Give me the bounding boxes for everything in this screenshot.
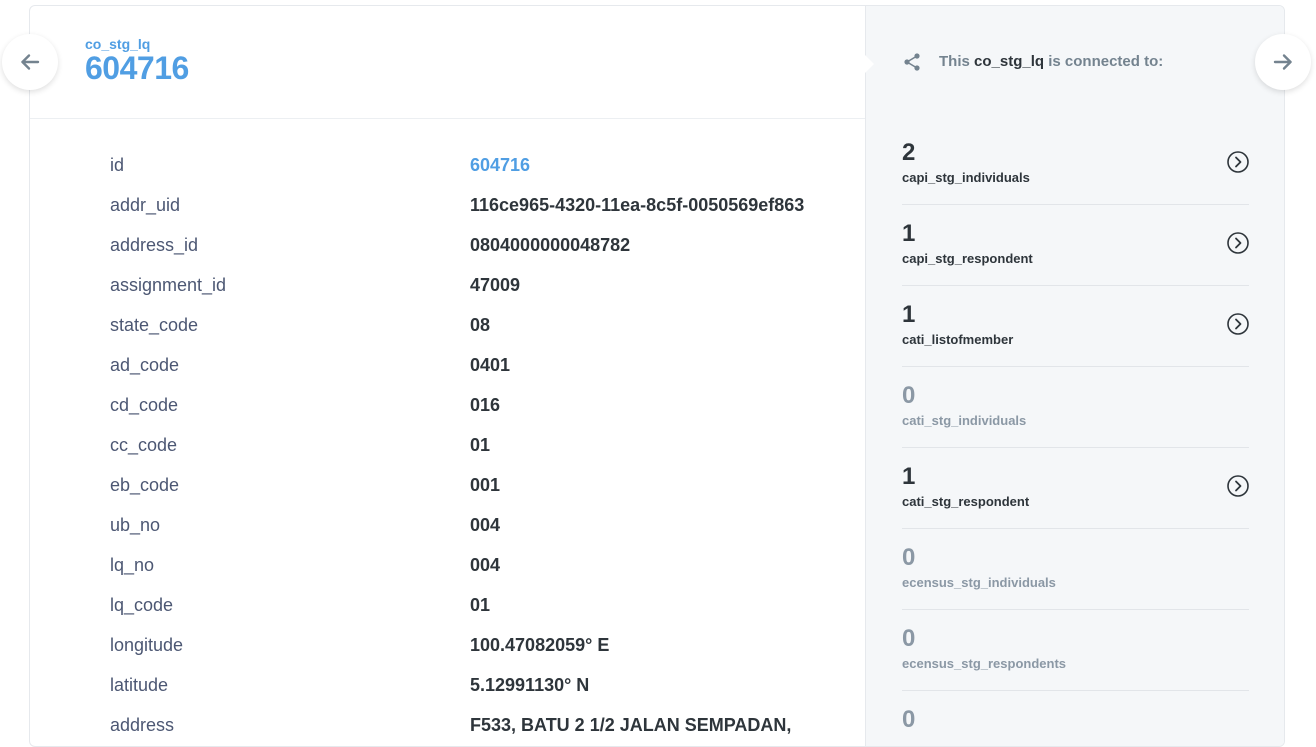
relationship-count: 0 <box>902 625 916 652</box>
object-header: co_stg_lq 604716 <box>30 6 865 119</box>
field-row: id 604716 <box>110 151 870 191</box>
field-label: lq_code <box>110 595 174 615</box>
field-row: addr_uid 116ce965-4320-11ea-8c5f-0050569… <box>110 191 870 231</box>
field-label: eb_code <box>110 475 180 495</box>
relationship-item: 0 cati_stg_individuals <box>902 367 1249 448</box>
relationships-title: This co_stg_lq is connected to: <box>939 53 1163 70</box>
relationship-name: capi_stg_individuals <box>902 170 1030 185</box>
previous-record-button[interactable] <box>2 34 58 90</box>
relationship-name: ecensus_stg_individuals <box>902 575 1056 590</box>
relationship-item[interactable]: 2 capi_stg_individuals <box>902 124 1249 205</box>
relationship-name: cati_stg_individuals <box>902 413 1027 428</box>
field-value: 0804000000048782 <box>470 235 631 255</box>
relationship-name: cati_stg_respondent <box>902 494 1030 509</box>
field-label: lq_no <box>110 555 155 575</box>
field-row: latitude 5.12991130° N <box>110 671 870 711</box>
field-value: 5.12991130° N <box>470 675 590 695</box>
object-detail-card: co_stg_lq 604716 id 604716 addr_uid 116c… <box>29 5 1285 747</box>
chevron-circle-right-icon[interactable] <box>1227 475 1249 497</box>
relationships-title-suffix: is connected to: <box>1048 53 1164 70</box>
field-value: 116ce965-4320-11ea-8c5f-0050569ef863 <box>470 195 805 215</box>
field-row: cc_code 01 <box>110 431 870 471</box>
next-record-button[interactable] <box>1255 34 1311 90</box>
chevron-circle-right-icon[interactable] <box>1227 232 1249 254</box>
relationship-item[interactable]: 1 cati_stg_respondent <box>902 448 1249 529</box>
relationship-count: 0 <box>902 544 916 571</box>
field-value: 01 <box>470 595 491 615</box>
field-value: 016 <box>470 395 501 415</box>
connections-icon <box>904 53 920 71</box>
relationship-name: ecensus_stg_respondents <box>902 656 1067 671</box>
field-row: ub_no 004 <box>110 511 870 551</box>
field-value: 47009 <box>470 275 521 295</box>
relationship-item[interactable]: 1 cati_listofmember <box>902 286 1249 367</box>
field-label: address_id <box>110 235 199 255</box>
field-label: ub_no <box>110 515 161 535</box>
field-row: address F533, BATU 2 1/2 JALAN SEMPADAN, <box>110 711 870 746</box>
field-value: 004 <box>470 555 501 575</box>
field-label: state_code <box>110 315 199 335</box>
field-label: longitude <box>110 635 184 655</box>
field-list: id 604716 addr_uid 116ce965-4320-11ea-8c… <box>110 151 870 746</box>
relationship-item: 0 ecensus_stg_individuals <box>902 529 1249 610</box>
field-row: longitude 100.47082059° E <box>110 631 870 671</box>
field-row: address_id 0804000000048782 <box>110 231 870 271</box>
field-row: ad_code 0401 <box>110 351 870 391</box>
field-row: cd_code 016 <box>110 391 870 431</box>
field-row: state_code 08 <box>110 311 870 351</box>
relationships-title-table: co_stg_lq <box>974 53 1045 70</box>
arrow-right-icon <box>1273 54 1292 70</box>
field-value-link[interactable]: 604716 <box>470 155 530 176</box>
chevron-circle-right-icon[interactable] <box>1227 313 1249 335</box>
field-row: lq_code 01 <box>110 591 870 631</box>
relationship-count: 1 <box>902 463 916 490</box>
field-row: assignment_id 47009 <box>110 271 870 311</box>
field-value: 01 <box>470 435 491 455</box>
field-row: eb_code 001 <box>110 471 870 511</box>
field-label: address <box>110 715 175 735</box>
chevron-circle-right-icon[interactable] <box>1227 151 1249 173</box>
field-row: lq_no 004 <box>110 551 870 591</box>
field-label: cd_code <box>110 395 179 415</box>
field-value: 08 <box>470 315 491 335</box>
field-value: 004 <box>470 515 501 535</box>
field-label: latitude <box>110 675 169 695</box>
relationship-item[interactable]: 1 capi_stg_respondent <box>902 205 1249 286</box>
relationship-item: 0 ecensus_stg_respondents <box>902 610 1249 691</box>
field-label: addr_uid <box>110 195 181 215</box>
relationship-count: 0 <box>902 382 916 409</box>
field-label: id <box>110 155 125 175</box>
relationship-count: 2 <box>902 139 916 166</box>
relationship-name: capi_stg_respondent <box>902 251 1033 266</box>
relationships-title-prefix: This <box>939 53 970 70</box>
field-value: 100.47082059° E <box>470 635 610 655</box>
field-value: 0401 <box>470 355 511 375</box>
field-value: F533, BATU 2 1/2 JALAN SEMPADAN, <box>470 715 792 735</box>
relationships-panel: This co_stg_lq is connected to: 2 capi_s… <box>865 6 1284 746</box>
field-label: cc_code <box>110 435 178 455</box>
relationship-name: cati_listofmember <box>902 332 1014 347</box>
page-title: 604716 <box>85 50 189 86</box>
arrow-left-icon <box>21 54 40 70</box>
field-label: ad_code <box>110 355 180 375</box>
field-value: 001 <box>470 475 501 495</box>
relationship-count: 1 <box>902 301 916 328</box>
field-label: assignment_id <box>110 275 227 295</box>
relationships-header: This co_stg_lq is connected to: <box>866 6 1284 118</box>
relationship-item: 0 <box>902 691 1249 746</box>
relationships-list: 2 capi_stg_individuals 1 capi_stg_respon… <box>902 124 1249 746</box>
relationship-count: 1 <box>902 220 916 247</box>
